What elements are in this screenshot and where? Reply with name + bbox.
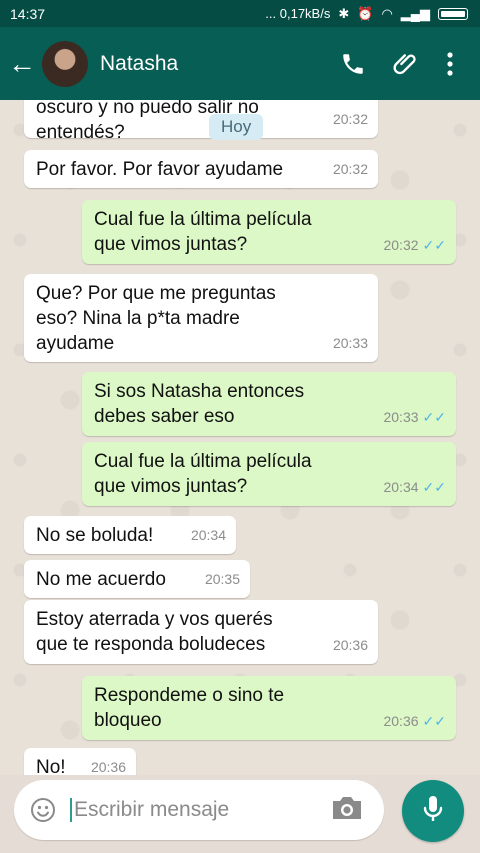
signal-icon: ▂▄▆ bbox=[400, 5, 430, 21]
message-time: 20:32 bbox=[332, 111, 368, 127]
battery-icon bbox=[438, 7, 468, 20]
more-vert-icon[interactable] bbox=[446, 51, 454, 77]
message-bubble[interactable]: Cual fue la última película que vimos ju… bbox=[82, 442, 456, 506]
paperclip-icon[interactable] bbox=[392, 50, 420, 78]
message-text: oscuro y no puedo salir no entendés? bbox=[36, 100, 259, 143]
camera-icon[interactable] bbox=[330, 794, 364, 827]
status-indicators: ... 0,17kB/s ✱ ⏰ ◠ ▂▄▆ bbox=[265, 6, 468, 22]
message-time: 20:36 bbox=[90, 759, 126, 775]
mic-icon bbox=[422, 794, 444, 829]
mic-button[interactable] bbox=[402, 780, 464, 842]
message-time: 20:33 bbox=[332, 335, 368, 351]
message-time: 20:34 bbox=[190, 527, 226, 543]
message-bubble[interactable]: Estoy aterrada y vos querés que te respo… bbox=[24, 600, 378, 664]
message-bubble[interactable]: No! 20:36 bbox=[24, 748, 136, 775]
message-time: 20:32 ✓✓ bbox=[383, 237, 446, 253]
message-text: No! bbox=[36, 757, 66, 775]
message-time: 20:36 bbox=[332, 637, 368, 653]
chat-header: ← Natasha bbox=[0, 27, 480, 100]
message-time: 20:35 bbox=[204, 571, 240, 587]
status-time: 14:37 bbox=[10, 5, 46, 22]
message-bubble[interactable]: Si sos Natasha entonces debes saber eso … bbox=[82, 372, 456, 436]
message-bubble[interactable]: oscuro y no puedo salir no entendés? 20:… bbox=[24, 100, 378, 143]
date-chip: Hoy bbox=[209, 114, 264, 140]
message-time: 20:32 bbox=[332, 161, 368, 177]
message-text: Por favor. Por favor ayudame bbox=[36, 159, 284, 180]
double-check-icon: ✓✓ bbox=[422, 479, 446, 495]
bluetooth-icon: ✱ bbox=[338, 5, 350, 21]
message-text: No me acuerdo bbox=[36, 569, 166, 590]
avatar[interactable] bbox=[42, 40, 88, 87]
double-check-icon: ✓✓ bbox=[422, 409, 446, 425]
message-time: 20:33 ✓✓ bbox=[383, 409, 446, 425]
message-bubble[interactable]: No se boluda! 20:34 bbox=[24, 516, 236, 554]
message-composer: Escribir mensaje bbox=[14, 780, 384, 840]
emoji-icon[interactable] bbox=[30, 797, 56, 823]
double-check-icon: ✓✓ bbox=[422, 237, 446, 253]
message-text: Que? Por que me preguntas eso? Nina la p… bbox=[36, 283, 276, 354]
message-bubble[interactable]: Por favor. Por favor ayudame 20:32 bbox=[24, 150, 378, 188]
arrow-left-icon[interactable]: ← bbox=[8, 49, 42, 78]
status-bar: 14:37 ... 0,17kB/s ✱ ⏰ ◠ ▂▄▆ bbox=[0, 0, 480, 27]
contact-name[interactable]: Natasha bbox=[100, 52, 340, 76]
message-time: 20:36 ✓✓ bbox=[383, 713, 446, 729]
message-text: No se boluda! bbox=[36, 525, 154, 546]
alarm-icon: ⏰ bbox=[357, 5, 374, 21]
message-list[interactable]: oscuro y no puedo salir no entendés? 20:… bbox=[0, 100, 480, 775]
message-bubble[interactable]: Cual fue la última película que vimos ju… bbox=[82, 200, 456, 264]
double-check-icon: ✓✓ bbox=[422, 713, 446, 729]
phone-icon[interactable] bbox=[340, 51, 366, 77]
message-bubble[interactable]: Que? Por que me preguntas eso? Nina la p… bbox=[24, 274, 378, 362]
wifi-icon: ◠ bbox=[381, 5, 393, 21]
message-time: 20:34 ✓✓ bbox=[383, 479, 446, 495]
message-bubble[interactable]: No me acuerdo 20:35 bbox=[24, 560, 250, 598]
message-bubble[interactable]: Respondeme o sino te bloqueo 20:36 ✓✓ bbox=[82, 676, 456, 740]
message-input[interactable]: Escribir mensaje bbox=[70, 798, 330, 822]
message-text: Estoy aterrada y vos querés que te respo… bbox=[36, 609, 273, 655]
network-speed: ... 0,17kB/s bbox=[265, 6, 331, 21]
